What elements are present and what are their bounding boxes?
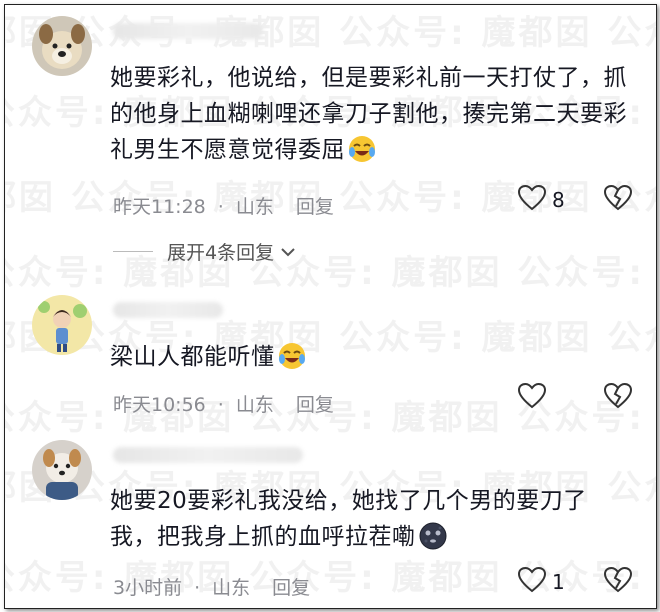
comment-list-frame: 魔都囡 公众号: 魔都囡 公众号: 魔都囡 公众号: 魔都囡 魔都囡 公众号: … xyxy=(4,4,657,609)
dog-avatar-icon[interactable] xyxy=(32,16,92,76)
comment-location: 山东 xyxy=(235,196,274,218)
broken-heart-icon[interactable] xyxy=(603,566,633,597)
broken-heart-icon[interactable] xyxy=(603,382,633,413)
comment-text: 她要20要彩礼我没给，她找了几个男的要刀了我，把我身上抓的血呼拉茬嘞 xyxy=(110,483,630,562)
crying-laughing-emoji xyxy=(277,341,307,382)
heart-icon[interactable] xyxy=(517,184,547,215)
comment-location: 山东 xyxy=(212,577,251,599)
expand-divider xyxy=(113,251,153,252)
comment-text-content: 梁山人都能听懂 xyxy=(110,344,275,370)
username-blurred[interactable] xyxy=(113,447,303,463)
username-blurred[interactable] xyxy=(113,302,223,318)
comment-time: 昨天10:56 xyxy=(113,394,206,416)
meta-separator: · xyxy=(217,196,224,218)
girl-avatar-icon[interactable] xyxy=(32,295,92,355)
watermark-text: 魔都囡 公众号: 魔都囡 公众号: 魔都囡 公众号: 魔都囡 xyxy=(5,13,656,53)
like-count: 8 xyxy=(552,188,565,212)
comment-time: 昨天11:28 xyxy=(113,196,206,218)
dark-moon-face-emoji xyxy=(418,521,448,562)
heart-icon[interactable] xyxy=(517,382,547,413)
comment-meta: 昨天11:28 · 山东 回复 xyxy=(113,192,346,219)
like-count: 1 xyxy=(552,570,565,594)
comment-actions xyxy=(517,382,633,413)
expand-replies-button[interactable]: 展开4条回复 xyxy=(113,238,296,265)
username-blurred[interactable] xyxy=(113,23,263,39)
comment-text: 她要彩礼，他说给，但是要彩礼前一天打仗了，抓的他身上血糊喇哩还拿刀子割他，揍完第… xyxy=(110,60,630,175)
reply-button[interactable]: 回复 xyxy=(296,196,334,218)
watermark-text: 魔都囡 公众号: 魔都囡 公众号: 魔都囡 公众号: 魔都囡 xyxy=(5,253,656,293)
expand-replies-label: 展开4条回复 xyxy=(167,242,275,264)
chevron-down-icon xyxy=(280,241,296,263)
comment-actions: 8 xyxy=(517,184,633,215)
meta-separator: · xyxy=(194,577,201,599)
comment-meta: 昨天10:56 · 山东 回复 xyxy=(113,390,346,417)
crying-laughing-emoji xyxy=(347,134,377,175)
comment-location: 山东 xyxy=(235,394,274,416)
comment-time: 3小时前 xyxy=(113,577,183,599)
comment-actions: 1 xyxy=(517,566,633,597)
reply-button[interactable]: 回复 xyxy=(272,577,310,599)
heart-icon[interactable] xyxy=(517,566,547,597)
comment-text-content: 她要20要彩礼我没给，她找了几个男的要刀了我，把我身上抓的血呼拉茬嘞 xyxy=(110,488,587,550)
puppy-avatar-icon[interactable] xyxy=(32,440,92,500)
meta-separator: · xyxy=(217,394,224,416)
broken-heart-icon[interactable] xyxy=(603,184,633,215)
comment-meta: 3小时前 · 山东 回复 xyxy=(113,573,322,600)
comment-text: 梁山人都能听懂 xyxy=(110,339,630,382)
reply-button[interactable]: 回复 xyxy=(296,394,334,416)
